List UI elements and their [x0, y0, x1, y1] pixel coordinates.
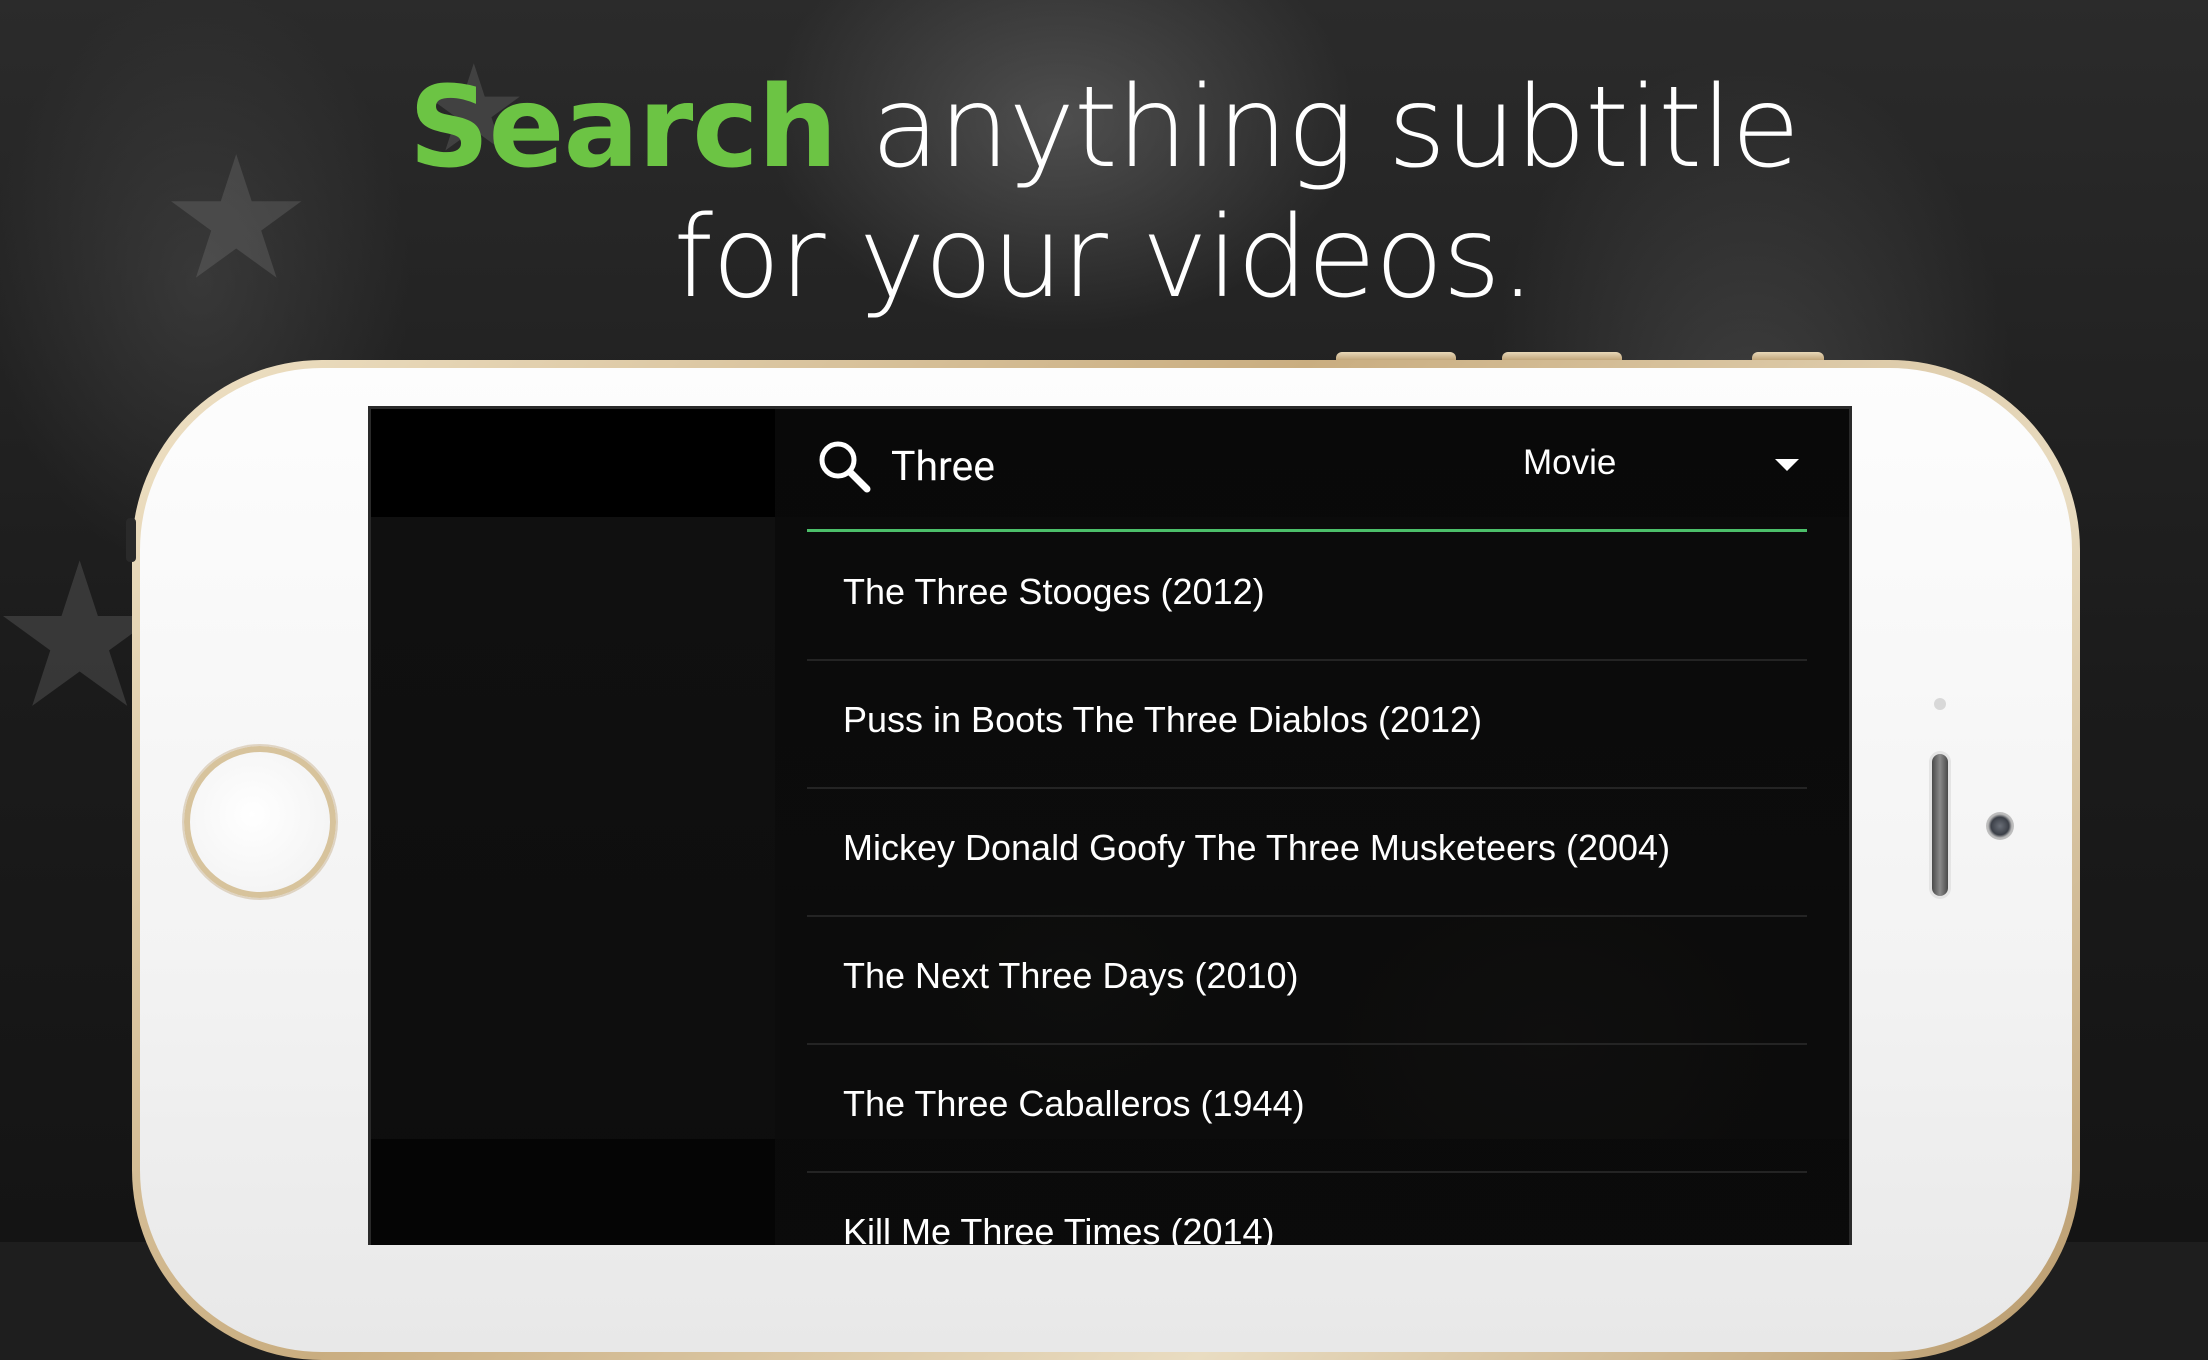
- headline-line-1-text: anything subtitle: [836, 63, 1800, 193]
- search-panel: Movie The Three Stooges (2012) Puss in B…: [775, 409, 1849, 1245]
- list-item-label: The Three Stooges (2012): [843, 571, 1265, 612]
- phone-side-switch: [126, 518, 136, 562]
- earpiece-speaker: [1932, 754, 1948, 896]
- headline-line-2: for your videos.: [673, 193, 1536, 323]
- list-item-label: The Three Caballeros (1944): [843, 1083, 1305, 1124]
- list-item[interactable]: The Next Three Days (2010): [807, 917, 1807, 1045]
- search-input[interactable]: [891, 437, 1411, 497]
- search-icon[interactable]: [815, 437, 873, 495]
- list-item[interactable]: The Three Stooges (2012): [807, 533, 1807, 661]
- type-dropdown-label: Movie: [1523, 443, 1617, 482]
- type-dropdown[interactable]: Movie: [1523, 433, 1807, 499]
- list-item-label: The Next Three Days (2010): [843, 955, 1299, 996]
- proximity-sensor: [1934, 698, 1946, 710]
- headline-highlight: Search: [408, 63, 838, 193]
- search-underline: [807, 529, 1807, 532]
- list-item-label: Mickey Donald Goofy The Three Musketeers…: [843, 827, 1671, 868]
- headline-line-1: Search anything subtitle: [0, 62, 2208, 194]
- list-item-label: Puss in Boots The Three Diablos (2012): [843, 699, 1483, 740]
- chevron-down-icon: [1775, 459, 1799, 471]
- phone-screen: Movie The Three Stooges (2012) Puss in B…: [368, 406, 1852, 1245]
- front-camera-icon: [1986, 812, 2014, 840]
- list-item-label: Kill Me Three Times (2014): [843, 1211, 1275, 1245]
- list-item[interactable]: The Three Caballeros (1944): [807, 1045, 1807, 1173]
- search-bar: Movie: [807, 409, 1807, 532]
- list-item[interactable]: Kill Me Three Times (2014): [807, 1173, 1807, 1245]
- results-list: The Three Stooges (2012) Puss in Boots T…: [807, 533, 1807, 1245]
- list-item[interactable]: Puss in Boots The Three Diablos (2012): [807, 661, 1807, 789]
- home-button[interactable]: [184, 746, 336, 898]
- list-item[interactable]: Mickey Donald Goofy The Three Musketeers…: [807, 789, 1807, 917]
